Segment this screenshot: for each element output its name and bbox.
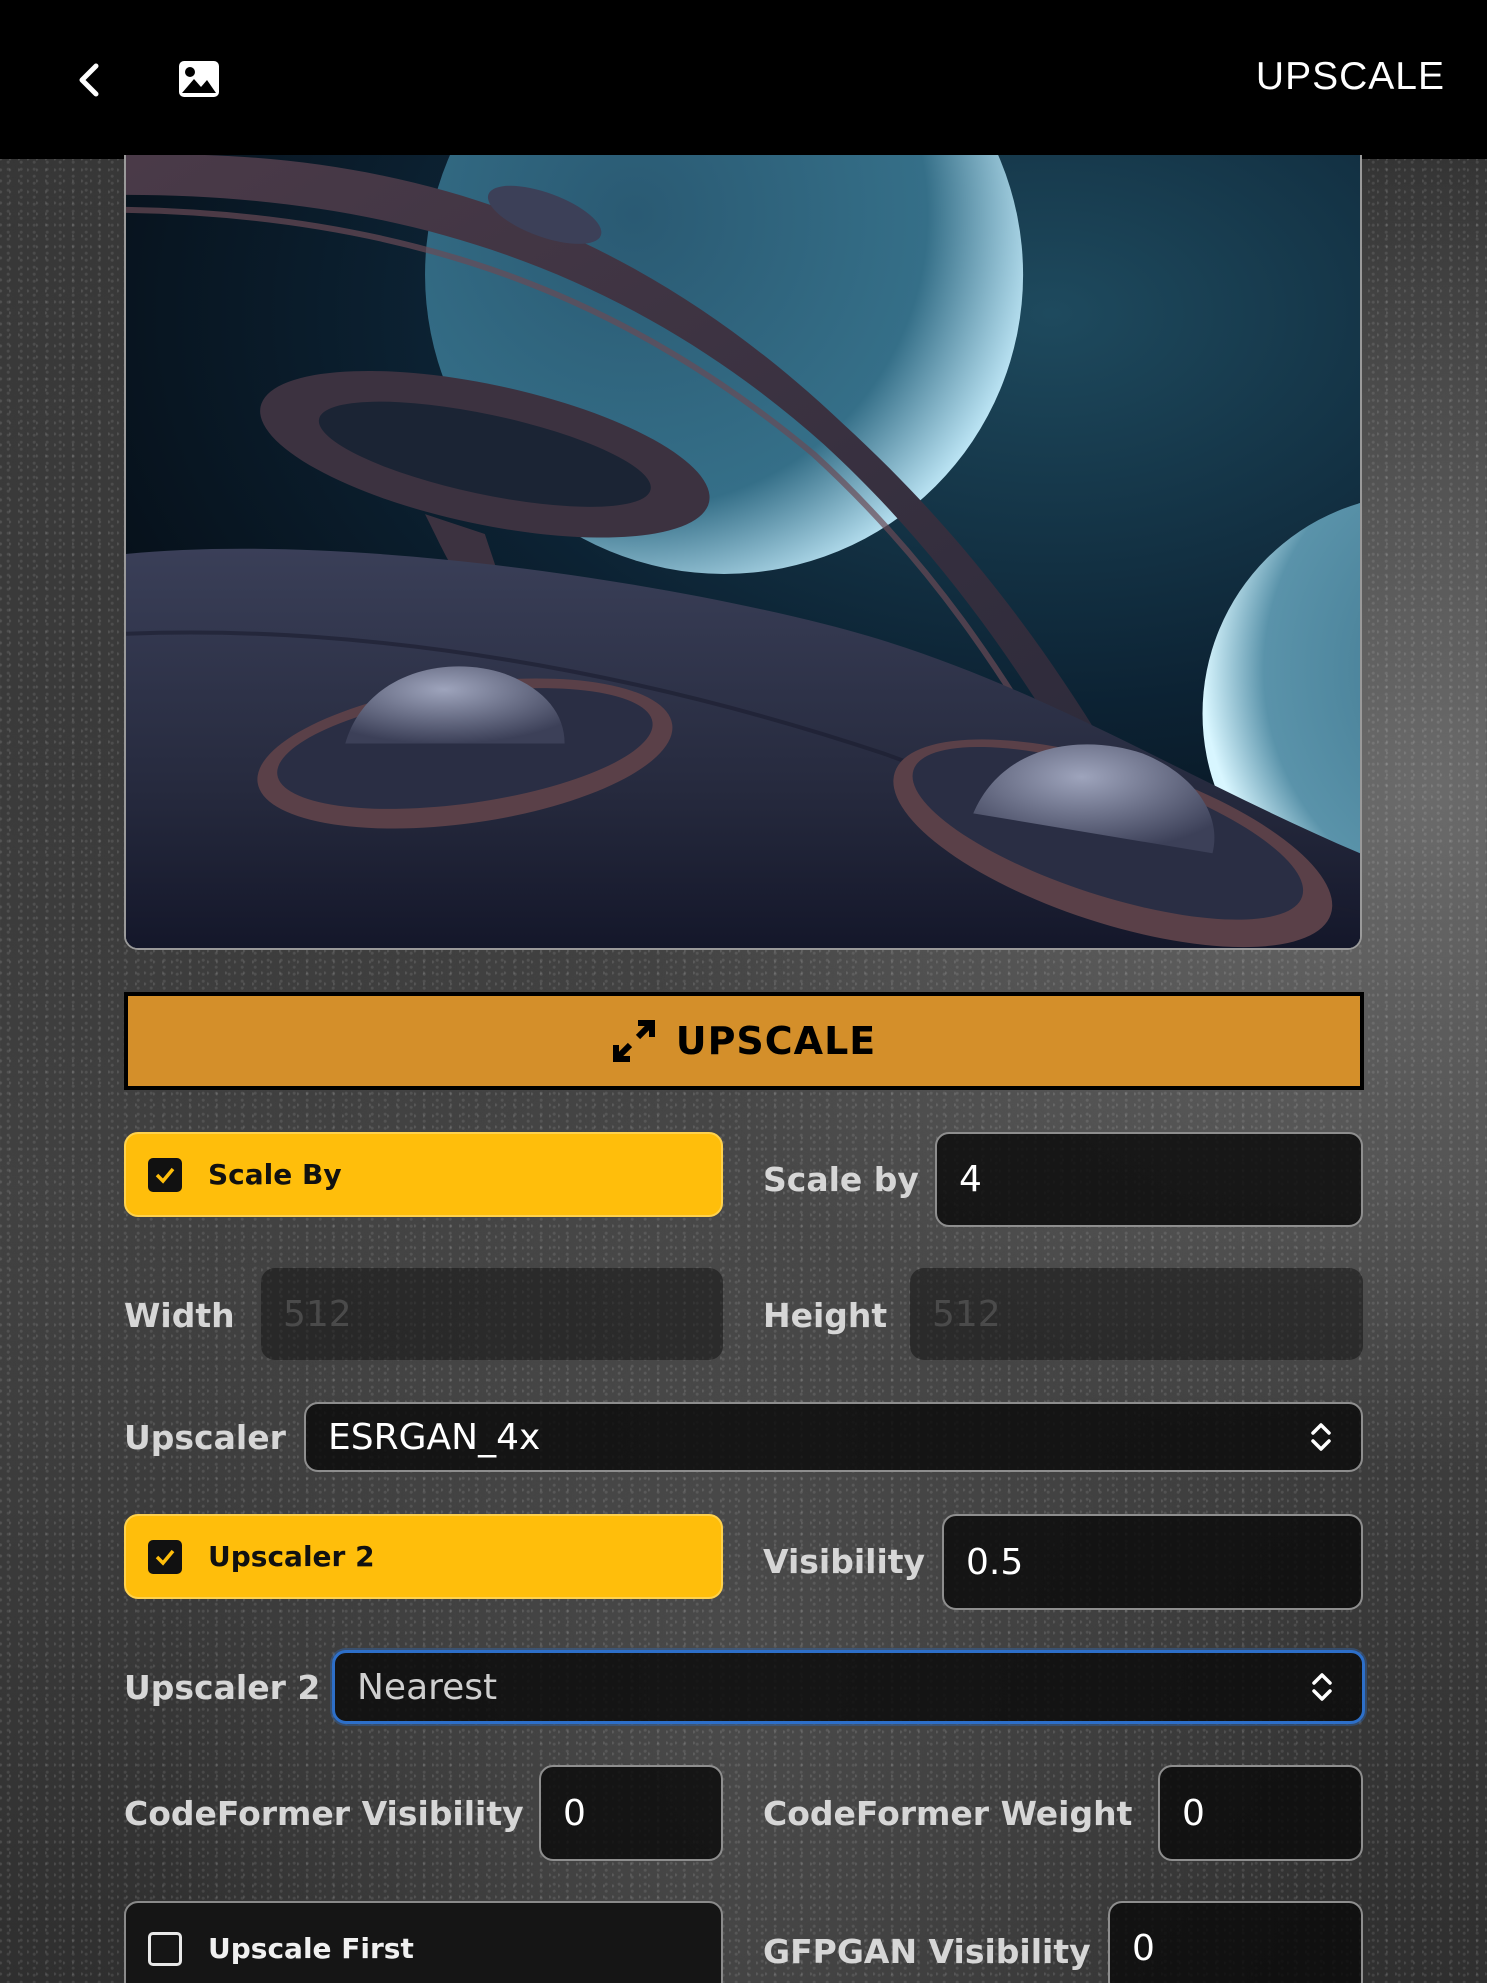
codeformer-visibility-value: 0 xyxy=(563,1792,586,1834)
width-input: 512 xyxy=(261,1268,723,1360)
back-button[interactable] xyxy=(70,56,110,104)
width-label: Width xyxy=(124,1296,235,1335)
gfpgan-visibility-value: 0 xyxy=(1132,1928,1155,1969)
scale-by-toggle-label: Scale By xyxy=(208,1158,342,1191)
codeformer-visibility-input[interactable]: 0 xyxy=(539,1765,723,1861)
height-label: Height xyxy=(763,1296,888,1335)
upscale-first-toggle-label: Upscale First xyxy=(208,1932,414,1965)
visibility-label: Visibility xyxy=(763,1542,926,1581)
checkbox-checked-icon xyxy=(148,1539,182,1574)
page-title: UPSCALE xyxy=(1255,55,1445,98)
codeformer-visibility-label: CodeFormer Visibility xyxy=(124,1794,524,1833)
scale-by-label: Scale by xyxy=(763,1160,919,1199)
checkbox-unchecked-icon xyxy=(148,1931,182,1966)
upscaler-select[interactable]: ESRGAN_4x xyxy=(304,1402,1363,1472)
preview-image xyxy=(126,155,1360,948)
top-bar: UPSCALE xyxy=(0,0,1487,159)
upscaler2-toggle-label: Upscaler 2 xyxy=(208,1540,375,1573)
image-icon xyxy=(179,61,219,97)
gfpgan-visibility-label: GFPGAN Visibility xyxy=(763,1932,1091,1971)
chevron-left-icon xyxy=(79,63,99,97)
upscaler-value: ESRGAN_4x xyxy=(328,1416,541,1458)
codeformer-weight-label: CodeFormer Weight xyxy=(763,1794,1133,1833)
upscale-first-toggle[interactable]: Upscale First xyxy=(124,1901,723,1983)
image-preview xyxy=(124,155,1362,950)
height-placeholder: 512 xyxy=(932,1293,1001,1335)
visibility-value: 0.5 xyxy=(966,1541,1024,1583)
select-caret-icon xyxy=(1311,1423,1331,1451)
select-caret-icon xyxy=(1312,1673,1332,1701)
expand-arrows-icon xyxy=(612,1020,655,1062)
height-input: 512 xyxy=(910,1268,1363,1360)
scale-by-toggle[interactable]: Scale By xyxy=(124,1132,723,1217)
width-placeholder: 512 xyxy=(283,1293,352,1335)
upscaler2-select[interactable]: Nearest xyxy=(332,1650,1365,1724)
visibility-input[interactable]: 0.5 xyxy=(942,1514,1363,1610)
upscaler-label: Upscaler xyxy=(124,1418,286,1457)
upscaler2-toggle[interactable]: Upscaler 2 xyxy=(124,1514,723,1599)
scale-by-input[interactable]: 4 xyxy=(935,1132,1363,1227)
codeformer-weight-input[interactable]: 0 xyxy=(1158,1765,1363,1861)
upscaler2-label: Upscaler 2 xyxy=(124,1668,321,1707)
codeformer-weight-value: 0 xyxy=(1182,1792,1205,1834)
upscaler2-value: Nearest xyxy=(357,1666,498,1708)
scale-by-value: 4 xyxy=(959,1159,982,1200)
upscale-button-label: UPSCALE xyxy=(675,1019,877,1063)
gfpgan-visibility-input[interactable]: 0 xyxy=(1108,1901,1363,1983)
upscale-button[interactable]: UPSCALE xyxy=(124,992,1364,1090)
checkbox-checked-icon xyxy=(148,1157,182,1192)
gallery-button[interactable] xyxy=(178,60,220,98)
